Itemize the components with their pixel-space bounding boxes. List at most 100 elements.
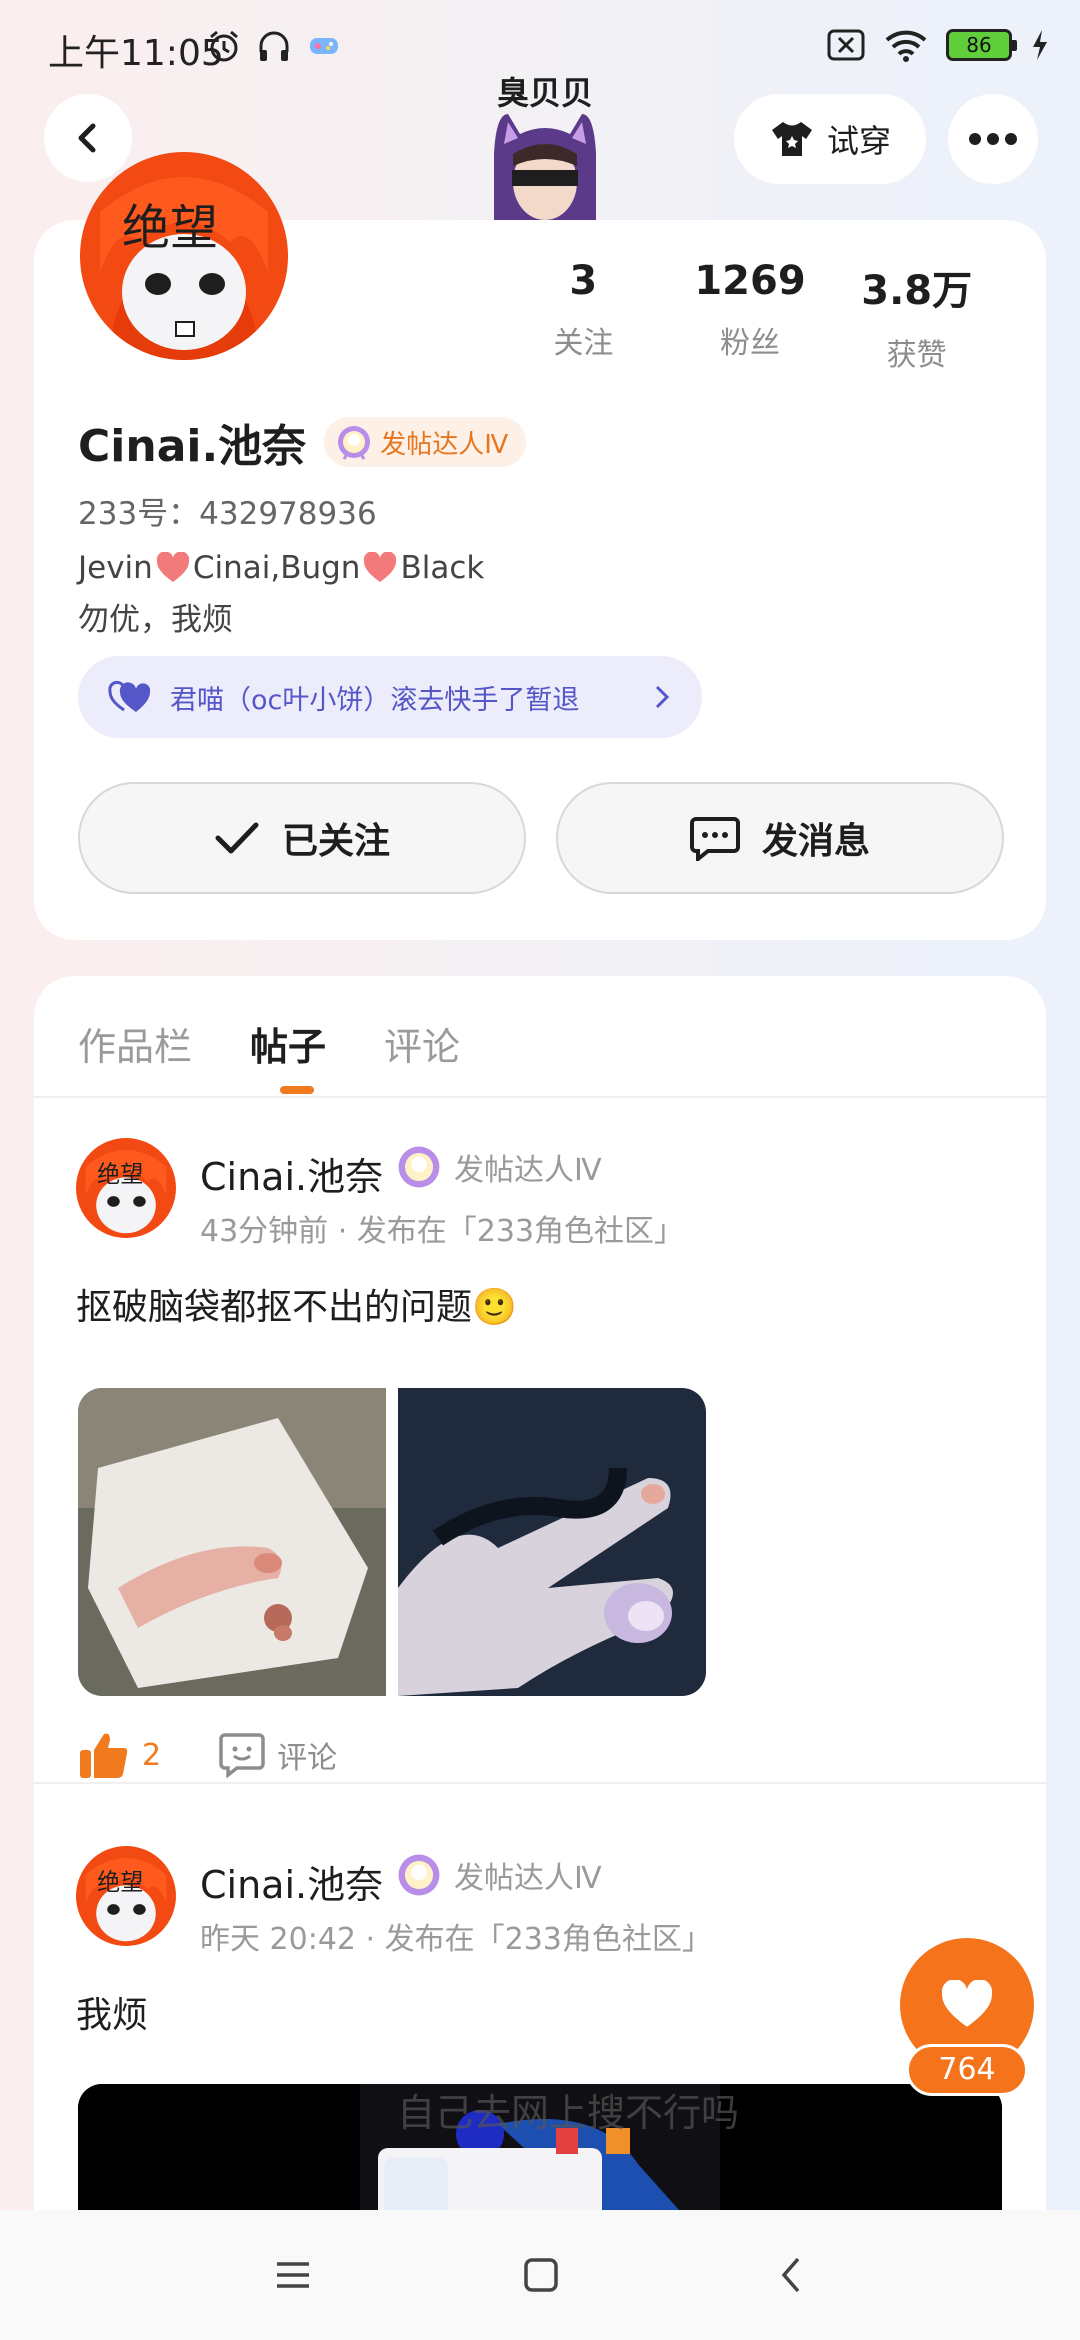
post-author-avatar[interactable]: 绝望: [76, 1846, 176, 1946]
chevron-left-icon: [78, 123, 96, 153]
stat-likes[interactable]: 3.8万 获赞: [833, 258, 1000, 374]
bio-line-1: Jevin Cinai,Bugn Black: [78, 550, 484, 586]
post-image-wide[interactable]: 自己去网上搜不行吗: [78, 2084, 1002, 2226]
cat-girl-decoration-icon: 臭贝贝: [494, 74, 596, 220]
more-button[interactable]: [948, 94, 1038, 184]
deco-title: 臭贝贝: [497, 74, 593, 112]
status-time: 上午11:05: [48, 33, 224, 74]
nav-back-button[interactable]: [766, 2250, 816, 2300]
poster-badge[interactable]: 发帖达人Ⅳ: [324, 417, 527, 467]
post-author-avatar[interactable]: 绝望: [76, 1138, 176, 1238]
post-item[interactable]: 绝望 Cinai.池奈 发帖达人Ⅳ 昨天 20:42 · 发布在「233角色社区…: [34, 1806, 1046, 2226]
post-meta: 昨天 20:42 · 发布在「233角色社区」: [200, 1914, 712, 1958]
heart-icon: [941, 1980, 993, 2027]
post-meta-separator: ·: [328, 1214, 357, 1249]
tab-posts[interactable]: 帖子: [250, 1016, 326, 1071]
heart-icon: [156, 552, 189, 582]
stat-likes-value: 3.8万: [861, 268, 973, 314]
username-row: Cinai.池奈 发帖达人Ⅳ: [78, 410, 527, 474]
more-dots-icon: [969, 133, 1017, 145]
alarm-icon: [210, 30, 238, 62]
post-location[interactable]: 发布在「233角色社区」: [357, 1214, 684, 1249]
user-id: 233号：432978936: [78, 496, 377, 532]
headphones-icon: [259, 31, 289, 61]
message-button[interactable]: 发消息: [556, 782, 1004, 894]
profile-stats: 3 关注 1269 粉丝 3.8万 获赞: [500, 258, 1000, 374]
relationship-text: 君喵（oc叶小饼）滚去快手了暂退: [170, 684, 580, 716]
try-on-button[interactable]: 试穿: [734, 94, 926, 184]
wifi-icon: [885, 30, 927, 62]
profile-avatar[interactable]: 绝望: [80, 152, 288, 360]
comment-button[interactable]: 评论: [219, 1732, 337, 1778]
badge-medal-icon: [338, 426, 371, 460]
stat-followers[interactable]: 1269 粉丝: [667, 258, 834, 374]
battery-indicator: 86: [946, 29, 1017, 61]
tab-comments[interactable]: 评论: [384, 1016, 460, 1071]
followed-button[interactable]: 已关注: [78, 782, 526, 894]
tab-active-indicator: [280, 1086, 314, 1094]
stat-following-label: 关注: [553, 326, 614, 361]
avatar-text: 绝望: [97, 1870, 143, 1896]
back-arrow-icon: [781, 2257, 800, 2293]
photo-hand-icon: [398, 1388, 706, 1696]
avatar-decoration: 臭贝贝: [486, 74, 604, 220]
nav-menu-button[interactable]: [268, 2250, 318, 2300]
bio-part-c: Black: [400, 550, 485, 586]
followed-label: 已关注: [281, 821, 390, 862]
system-nav-bar: [0, 2210, 1080, 2340]
avatar-text: 绝望: [122, 200, 218, 256]
profile-tabs: 作品栏 帖子 评论: [78, 1016, 460, 1071]
post-badge-label: 发帖达人Ⅳ: [454, 1861, 602, 1896]
tab-works[interactable]: 作品栏: [78, 1016, 192, 1071]
tshirt-icon: [771, 122, 812, 156]
badge-label: 发帖达人Ⅳ: [380, 429, 509, 460]
post-text: 抠破脑袋都抠不出的问题🙂: [76, 1287, 517, 1328]
bio-part-b: Cinai,Bugn: [192, 550, 361, 586]
stat-followers-value: 1269: [694, 258, 806, 304]
post-author-badge: 发帖达人Ⅳ: [396, 1144, 602, 1190]
relationship-pill[interactable]: 君喵（oc叶小饼）滚去快手了暂退: [78, 656, 702, 738]
comment-smile-icon: [219, 1733, 265, 1778]
charging-icon: [1033, 30, 1047, 60]
post-divider: [34, 1782, 1046, 1784]
post-image[interactable]: [78, 1388, 386, 1696]
chat-bubble-icon: [689, 817, 740, 861]
post-actions: 2 评论: [78, 1730, 337, 1780]
photo-tissue-finger-icon: [78, 1388, 386, 1696]
avatar-image-icon: 绝望: [76, 1138, 176, 1238]
floating-like-count: 764: [906, 2044, 1028, 2096]
stat-likes-label: 获赞: [886, 338, 947, 373]
post-badge-label: 发帖达人Ⅳ: [454, 1153, 602, 1188]
game-icon: [310, 38, 338, 54]
post-image[interactable]: [398, 1388, 706, 1696]
sim-off-icon: [827, 29, 865, 61]
comment-label: 评论: [277, 1741, 338, 1776]
chevron-right-icon: [655, 685, 670, 709]
avatar-image-icon: 绝望: [76, 1846, 176, 1946]
avatar-image-icon: 绝望: [80, 152, 288, 360]
username: Cinai.池奈: [78, 421, 307, 472]
home-square-icon: [524, 2258, 558, 2292]
bio-line-2: 勿优，我烦: [78, 602, 233, 638]
post-time: 昨天 20:42: [200, 1922, 356, 1957]
post-item[interactable]: 绝望 Cinai.池奈 发帖达人Ⅳ 43分钟前 · 发布在「233角色社区」 抠…: [34, 1098, 1046, 1782]
avatar-text: 绝望: [97, 1162, 143, 1188]
post-author-name[interactable]: Cinai.池奈: [200, 1146, 383, 1201]
status-icons-left: [206, 28, 342, 64]
checkmark-icon: [215, 822, 259, 854]
post-location[interactable]: 发布在「233角色社区」: [385, 1922, 712, 1957]
double-heart-icon: [108, 680, 151, 712]
menu-icon: [277, 2262, 309, 2288]
thumbs-up-icon[interactable]: [78, 1730, 130, 1780]
like-count: 2: [142, 1737, 162, 1773]
badge-medal-icon: [398, 1854, 440, 1896]
battery-level: 86: [966, 33, 992, 57]
stat-following-value: 3: [569, 258, 598, 304]
post-time: 43分钟前: [200, 1214, 329, 1249]
post-text: 我烦: [76, 1995, 149, 2036]
heart-icon: [364, 552, 397, 582]
back-button[interactable]: [44, 94, 132, 182]
stat-following[interactable]: 3 关注: [500, 258, 667, 374]
nav-home-button[interactable]: [516, 2250, 566, 2300]
post-author-name[interactable]: Cinai.池奈: [200, 1854, 383, 1909]
